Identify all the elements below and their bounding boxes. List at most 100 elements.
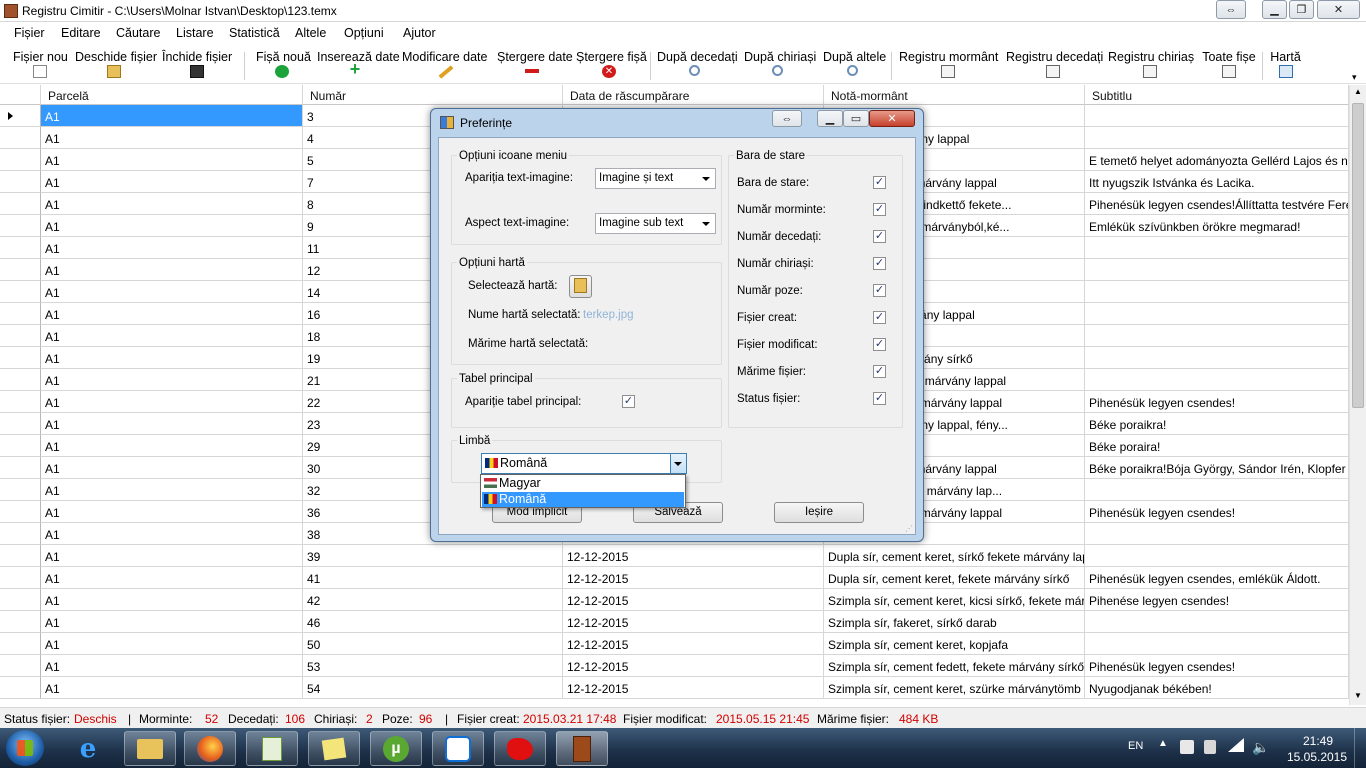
- menu-search[interactable]: Căutare: [116, 26, 160, 40]
- clock-date[interactable]: 15.05.2015: [1284, 750, 1350, 764]
- language-dropdown-button[interactable]: [670, 454, 686, 473]
- text-image-select[interactable]: Imagine și text: [595, 168, 716, 189]
- statusbar-option-checkbox[interactable]: ✓: [873, 203, 886, 216]
- dialog-minimize-button[interactable]: ▁: [817, 110, 843, 127]
- row-header[interactable]: [0, 611, 41, 633]
- cell-subtitle[interactable]: [1085, 545, 1349, 567]
- cell-number[interactable]: 41: [303, 567, 563, 589]
- map-button[interactable]: Hartă: [1269, 50, 1302, 78]
- taskbar-firefox[interactable]: [184, 731, 236, 766]
- cell-number[interactable]: 39: [303, 545, 563, 567]
- search-other-button[interactable]: După altele: [823, 50, 886, 76]
- table-row[interactable]: A1 39 12-12-2015 Dupla sír, cement keret, s…: [0, 545, 1349, 567]
- maximize-button[interactable]: ❐: [1289, 0, 1314, 19]
- cell-parcel[interactable]: A1: [41, 501, 303, 523]
- cell-parcel[interactable]: A1: [41, 149, 303, 171]
- statusbar-option-checkbox[interactable]: ✓: [873, 311, 886, 324]
- cell-redemption-date[interactable]: 12-12-2015: [563, 633, 824, 655]
- new-file-button[interactable]: Fișier nou: [13, 50, 68, 78]
- cell-parcel[interactable]: A1: [41, 479, 303, 501]
- taskbar-cemetery-app[interactable]: [556, 731, 608, 766]
- statusbar-option-checkbox[interactable]: ✓: [873, 230, 886, 243]
- cell-subtitle[interactable]: [1085, 347, 1349, 369]
- cell-parcel[interactable]: A1: [41, 127, 303, 149]
- statusbar-option-checkbox[interactable]: ✓: [873, 392, 886, 405]
- taskbar-sticky-notes[interactable]: [308, 731, 360, 766]
- cell-parcel[interactable]: A1: [41, 215, 303, 237]
- row-header[interactable]: [0, 413, 41, 435]
- start-button[interactable]: [6, 730, 44, 766]
- column-header-grave-note[interactable]: Notă-mormânt: [824, 85, 1085, 105]
- cell-subtitle[interactable]: Pihenésük legyen csendes!Állíttatta test…: [1085, 193, 1349, 215]
- row-header[interactable]: [0, 215, 41, 237]
- cell-subtitle[interactable]: [1085, 611, 1349, 633]
- language-option-romana[interactable]: Română: [482, 492, 684, 507]
- cell-parcel[interactable]: A1: [41, 171, 303, 193]
- cell-parcel[interactable]: A1: [41, 589, 303, 611]
- row-header[interactable]: [0, 149, 41, 171]
- cell-parcel[interactable]: A1: [41, 611, 303, 633]
- cell-redemption-date[interactable]: 12-12-2015: [563, 567, 824, 589]
- row-header[interactable]: [0, 523, 41, 545]
- column-header-number[interactable]: Număr: [303, 85, 563, 105]
- deceased-register-button[interactable]: Registru decedați: [1006, 50, 1103, 78]
- main-table-checkbox[interactable]: ✓: [622, 395, 635, 408]
- taskbar-explorer[interactable]: [124, 731, 176, 766]
- row-header[interactable]: [0, 501, 41, 523]
- cell-subtitle[interactable]: Nyugodjanak békében!: [1085, 677, 1349, 699]
- cell-subtitle[interactable]: [1085, 325, 1349, 347]
- cell-number[interactable]: 42: [303, 589, 563, 611]
- cell-grave-note[interactable]: Szimpla sír, cement keret, kopjafa: [824, 633, 1085, 655]
- grave-register-button[interactable]: Registru mormânt: [899, 50, 998, 78]
- row-header[interactable]: [0, 457, 41, 479]
- row-header[interactable]: [0, 369, 41, 391]
- cell-redemption-date[interactable]: 12-12-2015: [563, 655, 824, 677]
- cell-subtitle[interactable]: E temető helyet adományozta Gellérd Lajo…: [1085, 149, 1349, 171]
- delete-data-button[interactable]: Ștergere date: [497, 50, 573, 73]
- statusbar-option-checkbox[interactable]: ✓: [873, 176, 886, 189]
- cell-subtitle[interactable]: Emlékük szívünkben örökre megmarad!: [1085, 215, 1349, 237]
- taskbar-paint-splash[interactable]: [494, 731, 546, 766]
- language-indicator[interactable]: EN: [1128, 740, 1143, 752]
- taskbar-utorrent[interactable]: µ: [370, 731, 422, 766]
- cell-parcel[interactable]: A1: [41, 237, 303, 259]
- statusbar-option-checkbox[interactable]: ✓: [873, 284, 886, 297]
- network-signal-icon[interactable]: [1228, 738, 1244, 752]
- cell-subtitle[interactable]: Béke poraira!: [1085, 435, 1349, 457]
- cell-redemption-date[interactable]: 12-12-2015: [563, 677, 824, 699]
- cell-number[interactable]: 53: [303, 655, 563, 677]
- row-header[interactable]: [0, 325, 41, 347]
- cell-parcel[interactable]: A1: [41, 413, 303, 435]
- clock-time[interactable]: 21:49: [1296, 734, 1340, 748]
- vertical-scrollbar[interactable]: ▲ ▼: [1349, 85, 1366, 705]
- cell-subtitle[interactable]: Pihenésük legyen csendes, emlékük Áldott…: [1085, 567, 1349, 589]
- tenant-register-button[interactable]: Registru chiriaș: [1108, 50, 1194, 78]
- cell-subtitle[interactable]: Itt nyugszik Istvánka és Lacika.: [1085, 171, 1349, 193]
- cell-subtitle[interactable]: [1085, 633, 1349, 655]
- row-header[interactable]: [0, 237, 41, 259]
- column-header-redemption-date[interactable]: Data de răscumpărare: [563, 85, 824, 105]
- cell-subtitle[interactable]: [1085, 369, 1349, 391]
- minimize-button[interactable]: ▁: [1262, 0, 1287, 19]
- menu-file[interactable]: Fișier: [14, 26, 45, 40]
- taskbar-ie[interactable]: e: [62, 731, 114, 766]
- statusbar-option-checkbox[interactable]: ✓: [873, 338, 886, 351]
- cell-subtitle[interactable]: Béke poraikra!: [1085, 413, 1349, 435]
- cell-parcel[interactable]: A1: [41, 325, 303, 347]
- cell-parcel[interactable]: A1: [41, 193, 303, 215]
- column-header-subtitle[interactable]: Subtitlu: [1085, 85, 1349, 105]
- modify-data-button[interactable]: Modificare date: [402, 50, 487, 79]
- row-header[interactable]: [0, 435, 41, 457]
- all-records-button[interactable]: Toate fișe: [1201, 50, 1257, 78]
- cell-grave-note[interactable]: Szimpla sír, cement fedett, fekete márvá…: [824, 655, 1085, 677]
- row-header[interactable]: [0, 633, 41, 655]
- cell-subtitle[interactable]: [1085, 303, 1349, 325]
- row-header[interactable]: [0, 105, 41, 127]
- scroll-up-icon[interactable]: ▲: [1354, 87, 1362, 96]
- dialog-maximize-button[interactable]: ▭: [843, 110, 869, 127]
- cell-subtitle[interactable]: [1085, 127, 1349, 149]
- cell-parcel[interactable]: A1: [41, 655, 303, 677]
- statusbar-option-checkbox[interactable]: ✓: [873, 257, 886, 270]
- row-header[interactable]: [0, 127, 41, 149]
- cell-parcel[interactable]: A1: [41, 281, 303, 303]
